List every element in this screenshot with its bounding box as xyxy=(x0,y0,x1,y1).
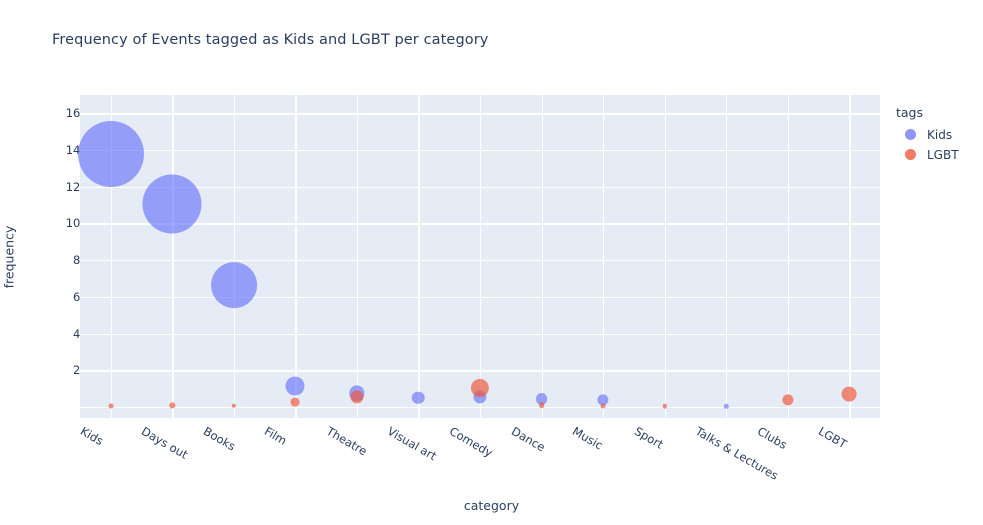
bubble-lgbt-theatre[interactable] xyxy=(350,390,364,404)
legend-label-lgbt: LGBT xyxy=(927,147,959,162)
legend-item-kids[interactable]: Kids xyxy=(896,127,959,142)
gridline-vertical xyxy=(295,95,297,418)
gridline-vertical xyxy=(603,95,605,418)
x-tick-label: Dance xyxy=(508,424,548,455)
x-tick-label: Books xyxy=(200,424,238,454)
bubble-lgbt-film[interactable] xyxy=(290,397,300,407)
bubble-chart: Frequency of Events tagged as Kids and L… xyxy=(0,0,983,525)
bubble-kids-visual-art[interactable] xyxy=(412,391,425,405)
x-tick-label: Clubs xyxy=(754,424,790,453)
gridline-vertical xyxy=(233,95,236,418)
gridline-vertical xyxy=(541,95,543,418)
gridline-vertical xyxy=(849,95,851,418)
x-axis-title: category xyxy=(463,498,520,513)
legend-marker-kids-icon xyxy=(905,129,916,140)
chart-title: Frequency of Events tagged as Kids and L… xyxy=(52,32,489,48)
gridline-vertical xyxy=(172,95,174,418)
legend: tags Kids LGBT xyxy=(896,105,959,167)
gridline-vertical xyxy=(726,95,728,418)
gridline-vertical xyxy=(356,95,359,418)
x-tick-label: Visual art xyxy=(385,424,440,464)
bubble-lgbt-clubs[interactable] xyxy=(782,394,794,406)
bubble-kids-books[interactable] xyxy=(210,262,257,308)
x-tick-label: Days out xyxy=(139,424,191,462)
x-tick-label: Music xyxy=(570,424,606,453)
legend-marker-lgbt-icon xyxy=(905,149,916,160)
legend-item-lgbt[interactable]: LGBT xyxy=(896,147,959,162)
bubble-kids-days-out[interactable] xyxy=(142,174,202,234)
bubble-kids-kids[interactable] xyxy=(77,120,144,187)
bubble-lgbt-dance[interactable] xyxy=(538,402,545,408)
x-tick-label: Theatre xyxy=(323,424,370,459)
bubble-kids-film[interactable] xyxy=(285,376,305,396)
gridline-vertical xyxy=(787,95,789,418)
legend-title: tags xyxy=(896,105,924,120)
gridline-vertical xyxy=(480,95,482,418)
x-tick-label: Film xyxy=(262,424,290,448)
plot-area xyxy=(77,95,880,418)
x-tick-label: LGBT xyxy=(816,424,850,452)
bubble-lgbt-lgbt[interactable] xyxy=(841,386,857,402)
bubble-lgbt-kids[interactable] xyxy=(108,403,114,409)
bubble-lgbt-music[interactable] xyxy=(600,403,606,409)
x-tick-label: Kids xyxy=(77,424,106,449)
y-axis-title: frequency xyxy=(1,225,17,289)
bubble-lgbt-comedy[interactable] xyxy=(470,378,490,397)
x-tick-label: Sport xyxy=(631,424,666,452)
x-tick-label: Comedy xyxy=(447,424,496,460)
legend-label-kids: Kids xyxy=(927,127,953,142)
gridline-vertical xyxy=(418,95,420,418)
gridline-vertical xyxy=(664,95,666,418)
